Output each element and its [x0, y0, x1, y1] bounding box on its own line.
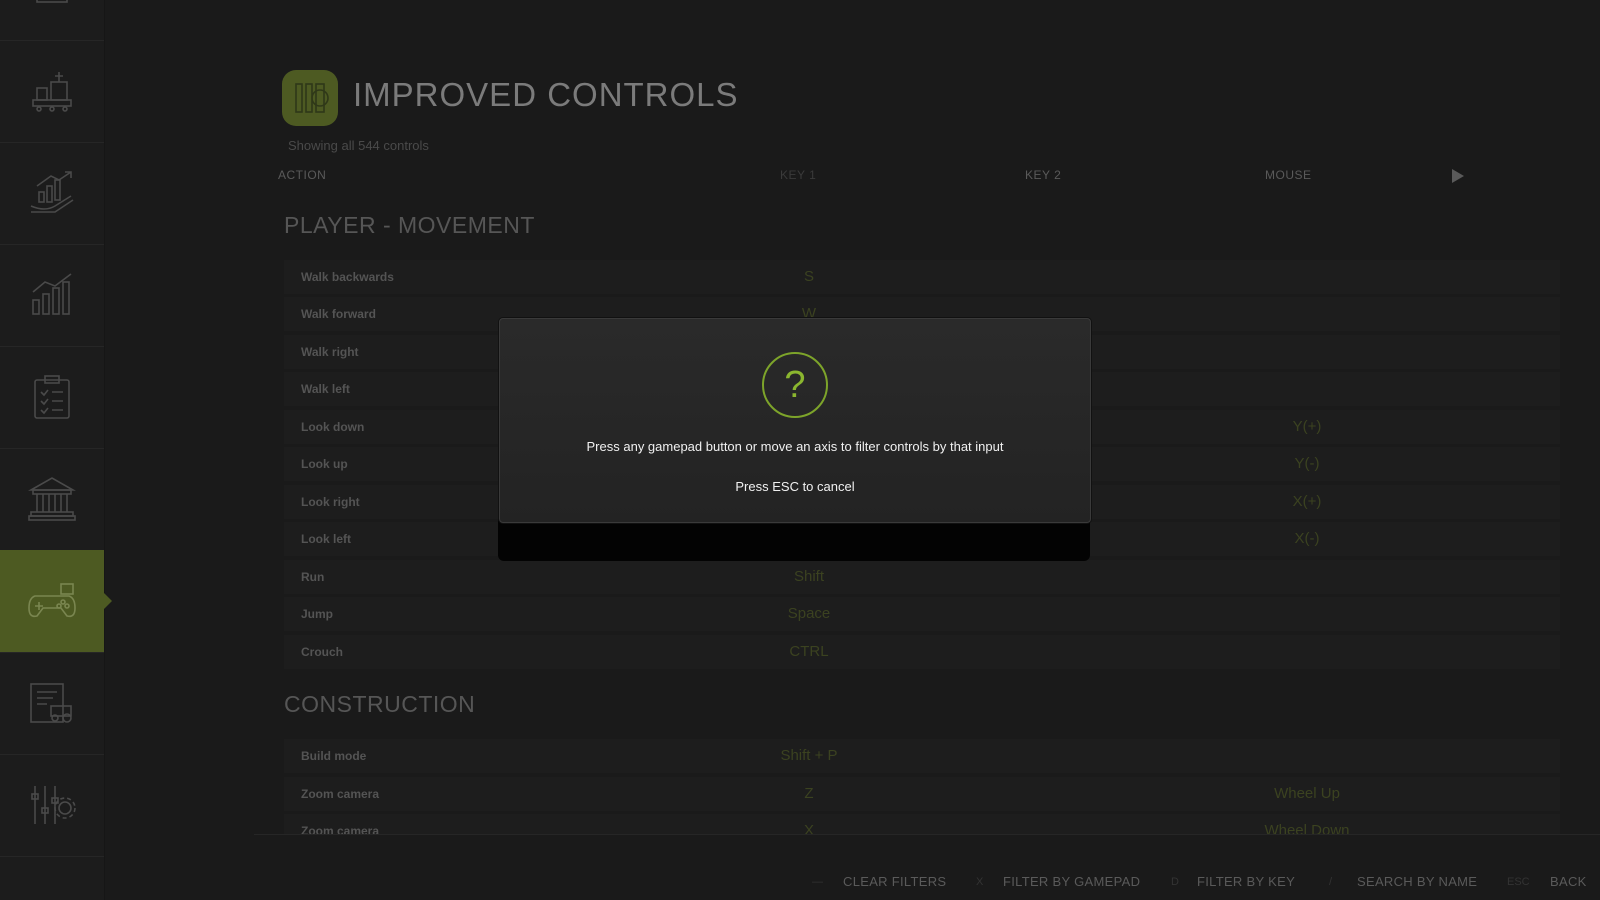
statistics-icon — [32, 273, 72, 315]
action-label: Walk forward — [301, 307, 376, 321]
dialog-message: Press any gamepad button or move an axis… — [586, 439, 1004, 454]
back-hotkey: ESC — [1507, 876, 1530, 888]
mouse-binding[interactable]: X(-) — [1196, 530, 1418, 547]
key1-binding[interactable]: Space — [698, 605, 920, 622]
tasks-clipboard-icon — [34, 375, 70, 419]
sidebar-item-controls[interactable] — [0, 550, 112, 653]
bank-icon — [27, 477, 77, 521]
table-row[interactable]: Build mode Shift + P — [284, 739, 1560, 773]
sidebar-item-vehicles[interactable] — [0, 652, 104, 755]
clear-filters-button[interactable]: CLEAR FILTERS — [843, 874, 946, 889]
sidebar-item-tasks[interactable] — [0, 346, 104, 449]
mouse-binding[interactable]: Wheel Up — [1196, 785, 1418, 802]
action-label: Run — [301, 570, 325, 584]
table-row[interactable]: Walk backwards S — [284, 260, 1560, 294]
table-row[interactable]: Run Shift — [284, 560, 1560, 594]
search-hotkey: / — [1329, 876, 1333, 888]
vehicle-list-icon — [30, 683, 72, 723]
page-title: IMPROVED CONTROLS — [353, 76, 739, 113]
filter-by-gamepad-dialog: ? Press any gamepad button or move an ax… — [499, 318, 1091, 523]
key1-binding[interactable]: Shift + P — [698, 747, 920, 764]
section-title-construction: CONSTRUCTION — [284, 691, 476, 717]
table-row[interactable]: Zoom camera X Wheel Down — [284, 814, 1560, 834]
column-header-action[interactable]: ACTION — [278, 168, 326, 182]
filter-by-gamepad-button[interactable]: FILTER BY GAMEPAD — [1003, 874, 1140, 889]
sidebar-item-map[interactable] — [0, 0, 104, 41]
mouse-binding[interactable]: Y(+) — [1196, 418, 1418, 435]
question-icon: ? — [762, 352, 828, 418]
play-icon[interactable] — [1451, 169, 1465, 183]
mouse-binding[interactable]: Wheel Down — [1196, 822, 1418, 834]
gamepad-icon — [28, 583, 76, 618]
finance-growth-icon — [30, 171, 74, 213]
key1-binding[interactable]: Z — [698, 785, 920, 802]
back-button[interactable]: BACK — [1550, 874, 1587, 889]
table-row[interactable]: Crouch CTRL — [284, 635, 1560, 669]
sidebar-item-settings[interactable] — [0, 754, 104, 857]
production-icon — [32, 72, 72, 112]
footer-actions: — CLEAR FILTERS X FILTER BY GAMEPAD D FI… — [104, 860, 1600, 890]
mouse-binding[interactable]: X(+) — [1196, 493, 1418, 510]
map-icon — [36, 0, 68, 3]
filter-gamepad-hotkey: X — [976, 876, 984, 888]
action-label: Walk backwards — [301, 270, 394, 284]
section-title-player-movement: PLAYER - MOVEMENT — [284, 212, 535, 238]
footer-divider — [254, 834, 1600, 835]
key1-binding[interactable]: X — [698, 822, 920, 834]
controls-count: Showing all 544 controls — [288, 138, 429, 153]
action-label: Look left — [301, 532, 351, 546]
action-label: Build mode — [301, 749, 367, 763]
action-label: Look right — [301, 495, 360, 509]
dialog-cancel-hint: Press ESC to cancel — [735, 479, 855, 494]
modal-shadow — [498, 517, 1090, 561]
column-header-key2[interactable]: KEY 2 — [1025, 168, 1061, 182]
key1-binding[interactable]: Shift — [698, 568, 920, 585]
table-row[interactable]: Jump Space — [284, 597, 1560, 631]
key1-binding[interactable]: S — [698, 268, 920, 285]
settings-sliders-icon — [31, 786, 76, 824]
sidebar-item-statistics[interactable] — [0, 244, 104, 347]
action-label: Zoom camera — [301, 824, 380, 834]
column-header-mouse[interactable]: MOUSE — [1265, 168, 1312, 182]
action-label: Zoom camera — [301, 787, 380, 801]
controls-logo-icon — [295, 83, 329, 113]
sidebar-item-bank[interactable] — [0, 448, 104, 551]
table-row[interactable]: Zoom camera Z Wheel Up — [284, 777, 1560, 811]
mod-logo — [282, 70, 338, 126]
action-label: Look down — [301, 420, 365, 434]
action-label: Walk right — [301, 345, 359, 359]
action-label: Look up — [301, 457, 348, 471]
action-label: Crouch — [301, 645, 343, 659]
key1-binding[interactable]: CTRL — [698, 643, 920, 660]
filter-key-hotkey: D — [1171, 876, 1179, 888]
mouse-binding[interactable]: Y(-) — [1196, 455, 1418, 472]
clear-filters-hotkey: — — [812, 876, 823, 888]
sidebar-item-production[interactable] — [0, 40, 104, 143]
filter-by-key-button[interactable]: FILTER BY KEY — [1197, 874, 1295, 889]
column-header-key1[interactable]: KEY 1 — [780, 168, 816, 182]
action-label: Walk left — [301, 382, 350, 396]
search-by-name-button[interactable]: SEARCH BY NAME — [1357, 874, 1477, 889]
sidebar — [0, 0, 112, 900]
action-label: Jump — [301, 607, 334, 621]
sidebar-item-finances[interactable] — [0, 142, 104, 245]
